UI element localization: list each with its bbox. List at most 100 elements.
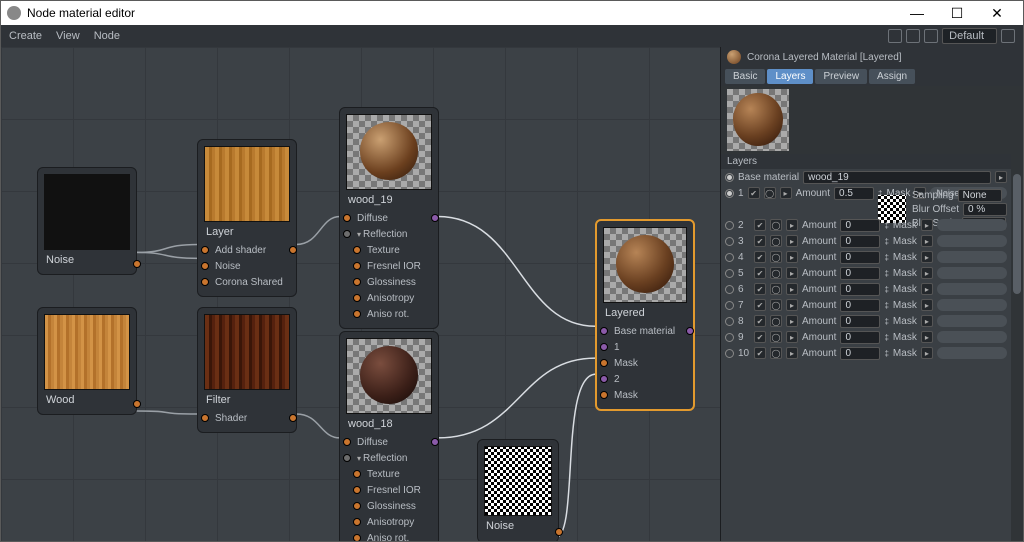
enable-icon[interactable]: ✔ bbox=[754, 331, 766, 343]
port-fresnel[interactable] bbox=[353, 262, 361, 270]
radio-base[interactable] bbox=[725, 173, 734, 182]
amount-field-9[interactable]: 0 bbox=[840, 331, 880, 344]
arrow-icon[interactable]: ▸ bbox=[780, 187, 792, 199]
port-anisorot[interactable] bbox=[353, 534, 361, 541]
radio-5[interactable] bbox=[725, 269, 734, 278]
panel-scrollbar[interactable] bbox=[1011, 154, 1023, 541]
port-texture[interactable] bbox=[353, 246, 361, 254]
port-out[interactable] bbox=[133, 400, 141, 408]
amount-field-7[interactable]: 0 bbox=[840, 299, 880, 312]
amount-field-10[interactable]: 0 bbox=[840, 347, 880, 360]
port-anisorot[interactable] bbox=[353, 310, 361, 318]
port-base[interactable] bbox=[600, 327, 608, 335]
base-material-field[interactable]: wood_19 bbox=[803, 171, 991, 184]
mask-arrow-icon[interactable]: ▸ bbox=[921, 251, 933, 263]
arrow-icon[interactable]: ▸ bbox=[786, 267, 798, 279]
amount-field-1[interactable]: 0.5 bbox=[834, 187, 874, 200]
port-m2[interactable] bbox=[600, 391, 608, 399]
tool-lock-icon[interactable] bbox=[924, 29, 938, 43]
enable-icon[interactable]: ✔ bbox=[754, 235, 766, 247]
tab-assign[interactable]: Assign bbox=[869, 69, 915, 84]
radio-3[interactable] bbox=[725, 237, 734, 246]
radio-6[interactable] bbox=[725, 285, 734, 294]
tool-wrench-icon[interactable] bbox=[1001, 29, 1015, 43]
sampling-field[interactable]: None bbox=[958, 189, 1002, 202]
minimize-button[interactable]: — bbox=[897, 2, 937, 24]
maximize-button[interactable]: ☐ bbox=[937, 2, 977, 24]
amount-field-6[interactable]: 0 bbox=[840, 283, 880, 296]
link-icon[interactable]: ◯ bbox=[770, 347, 782, 359]
port-diffuse[interactable] bbox=[343, 214, 351, 222]
tool-align-icon[interactable] bbox=[906, 29, 920, 43]
enable-icon[interactable]: ✔ bbox=[754, 283, 766, 295]
node-layer[interactable]: Layer Add shader Noise Corona Shared bbox=[197, 139, 297, 297]
radio-2[interactable] bbox=[725, 221, 734, 230]
mask-arrow-icon[interactable]: ▸ bbox=[921, 219, 933, 231]
port-fresnel[interactable] bbox=[353, 486, 361, 494]
bluroffset-field[interactable]: 0 % bbox=[963, 203, 1007, 216]
mask-slot-7[interactable] bbox=[937, 299, 1007, 311]
close-button[interactable]: ✕ bbox=[977, 2, 1017, 24]
enable-icon[interactable]: ✔ bbox=[754, 315, 766, 327]
arrow-icon[interactable]: ▸ bbox=[786, 315, 798, 327]
link-icon[interactable]: ◯ bbox=[770, 283, 782, 295]
amount-field-3[interactable]: 0 bbox=[840, 235, 880, 248]
mask-arrow-icon[interactable]: ▸ bbox=[921, 347, 933, 359]
port-out[interactable] bbox=[133, 260, 141, 268]
arrow-icon[interactable]: ▸ bbox=[786, 235, 798, 247]
menu-view[interactable]: View bbox=[56, 30, 80, 42]
radio-9[interactable] bbox=[725, 333, 734, 342]
radio-10[interactable] bbox=[725, 349, 734, 358]
node-wood18[interactable]: wood_18 Diffuse ▾Reflection Texture Fres… bbox=[339, 331, 439, 541]
port-m1[interactable] bbox=[600, 359, 608, 367]
port-in[interactable] bbox=[201, 246, 209, 254]
port-out[interactable] bbox=[686, 327, 694, 335]
port-l1[interactable] bbox=[600, 343, 608, 351]
mask-slot-5[interactable] bbox=[937, 267, 1007, 279]
port-l2[interactable] bbox=[600, 375, 608, 383]
amount-field-8[interactable]: 0 bbox=[840, 315, 880, 328]
mask-arrow-icon[interactable]: ▸ bbox=[921, 235, 933, 247]
node-noise-qr[interactable]: Noise bbox=[477, 439, 559, 541]
amount-field-5[interactable]: 0 bbox=[840, 267, 880, 280]
mask-slot-9[interactable] bbox=[937, 331, 1007, 343]
port-reflection[interactable] bbox=[343, 230, 351, 238]
amount-field-4[interactable]: 0 bbox=[840, 251, 880, 264]
base-picker-icon[interactable]: ▸ bbox=[995, 171, 1007, 183]
node-canvas[interactable]: Noise Wood Layer Add shader Noise Corona… bbox=[1, 47, 720, 541]
enable-icon[interactable]: ✔ bbox=[754, 251, 766, 263]
port-gloss[interactable] bbox=[353, 502, 361, 510]
link-icon[interactable]: ◯ bbox=[770, 331, 782, 343]
amount-field-2[interactable]: 0 bbox=[840, 219, 880, 232]
tab-basic[interactable]: Basic bbox=[725, 69, 765, 84]
arrow-icon[interactable]: ▸ bbox=[786, 347, 798, 359]
enable-icon[interactable]: ✔ bbox=[748, 187, 760, 199]
node-wood[interactable]: Wood bbox=[37, 307, 137, 415]
node-layered[interactable]: Layered Base material 1 Mask 2 Mask bbox=[595, 219, 695, 411]
port-out[interactable] bbox=[289, 414, 297, 422]
link-icon[interactable]: ◯ bbox=[770, 315, 782, 327]
node-noise[interactable]: Noise bbox=[37, 167, 137, 275]
mask-slot-4[interactable] bbox=[937, 251, 1007, 263]
port-aniso[interactable] bbox=[353, 294, 361, 302]
mask-arrow-icon[interactable]: ▸ bbox=[921, 283, 933, 295]
link-icon[interactable]: ◯ bbox=[770, 267, 782, 279]
mask-arrow-icon[interactable]: ▸ bbox=[921, 331, 933, 343]
tool-move-icon[interactable] bbox=[888, 29, 902, 43]
port-out[interactable] bbox=[555, 528, 563, 536]
port-in[interactable] bbox=[201, 414, 209, 422]
port-texture[interactable] bbox=[353, 470, 361, 478]
tab-layers[interactable]: Layers bbox=[767, 69, 813, 84]
port-diffuse[interactable] bbox=[343, 438, 351, 446]
radio-1[interactable] bbox=[725, 189, 734, 198]
arrow-icon[interactable]: ▸ bbox=[786, 299, 798, 311]
node-filter[interactable]: Filter Shader bbox=[197, 307, 297, 433]
radio-4[interactable] bbox=[725, 253, 734, 262]
radio-8[interactable] bbox=[725, 317, 734, 326]
link-icon[interactable]: ◯ bbox=[770, 251, 782, 263]
radio-7[interactable] bbox=[725, 301, 734, 310]
mask-slot-6[interactable] bbox=[937, 283, 1007, 295]
port-aniso[interactable] bbox=[353, 518, 361, 526]
menu-node[interactable]: Node bbox=[94, 30, 120, 42]
arrow-icon[interactable]: ▸ bbox=[786, 283, 798, 295]
